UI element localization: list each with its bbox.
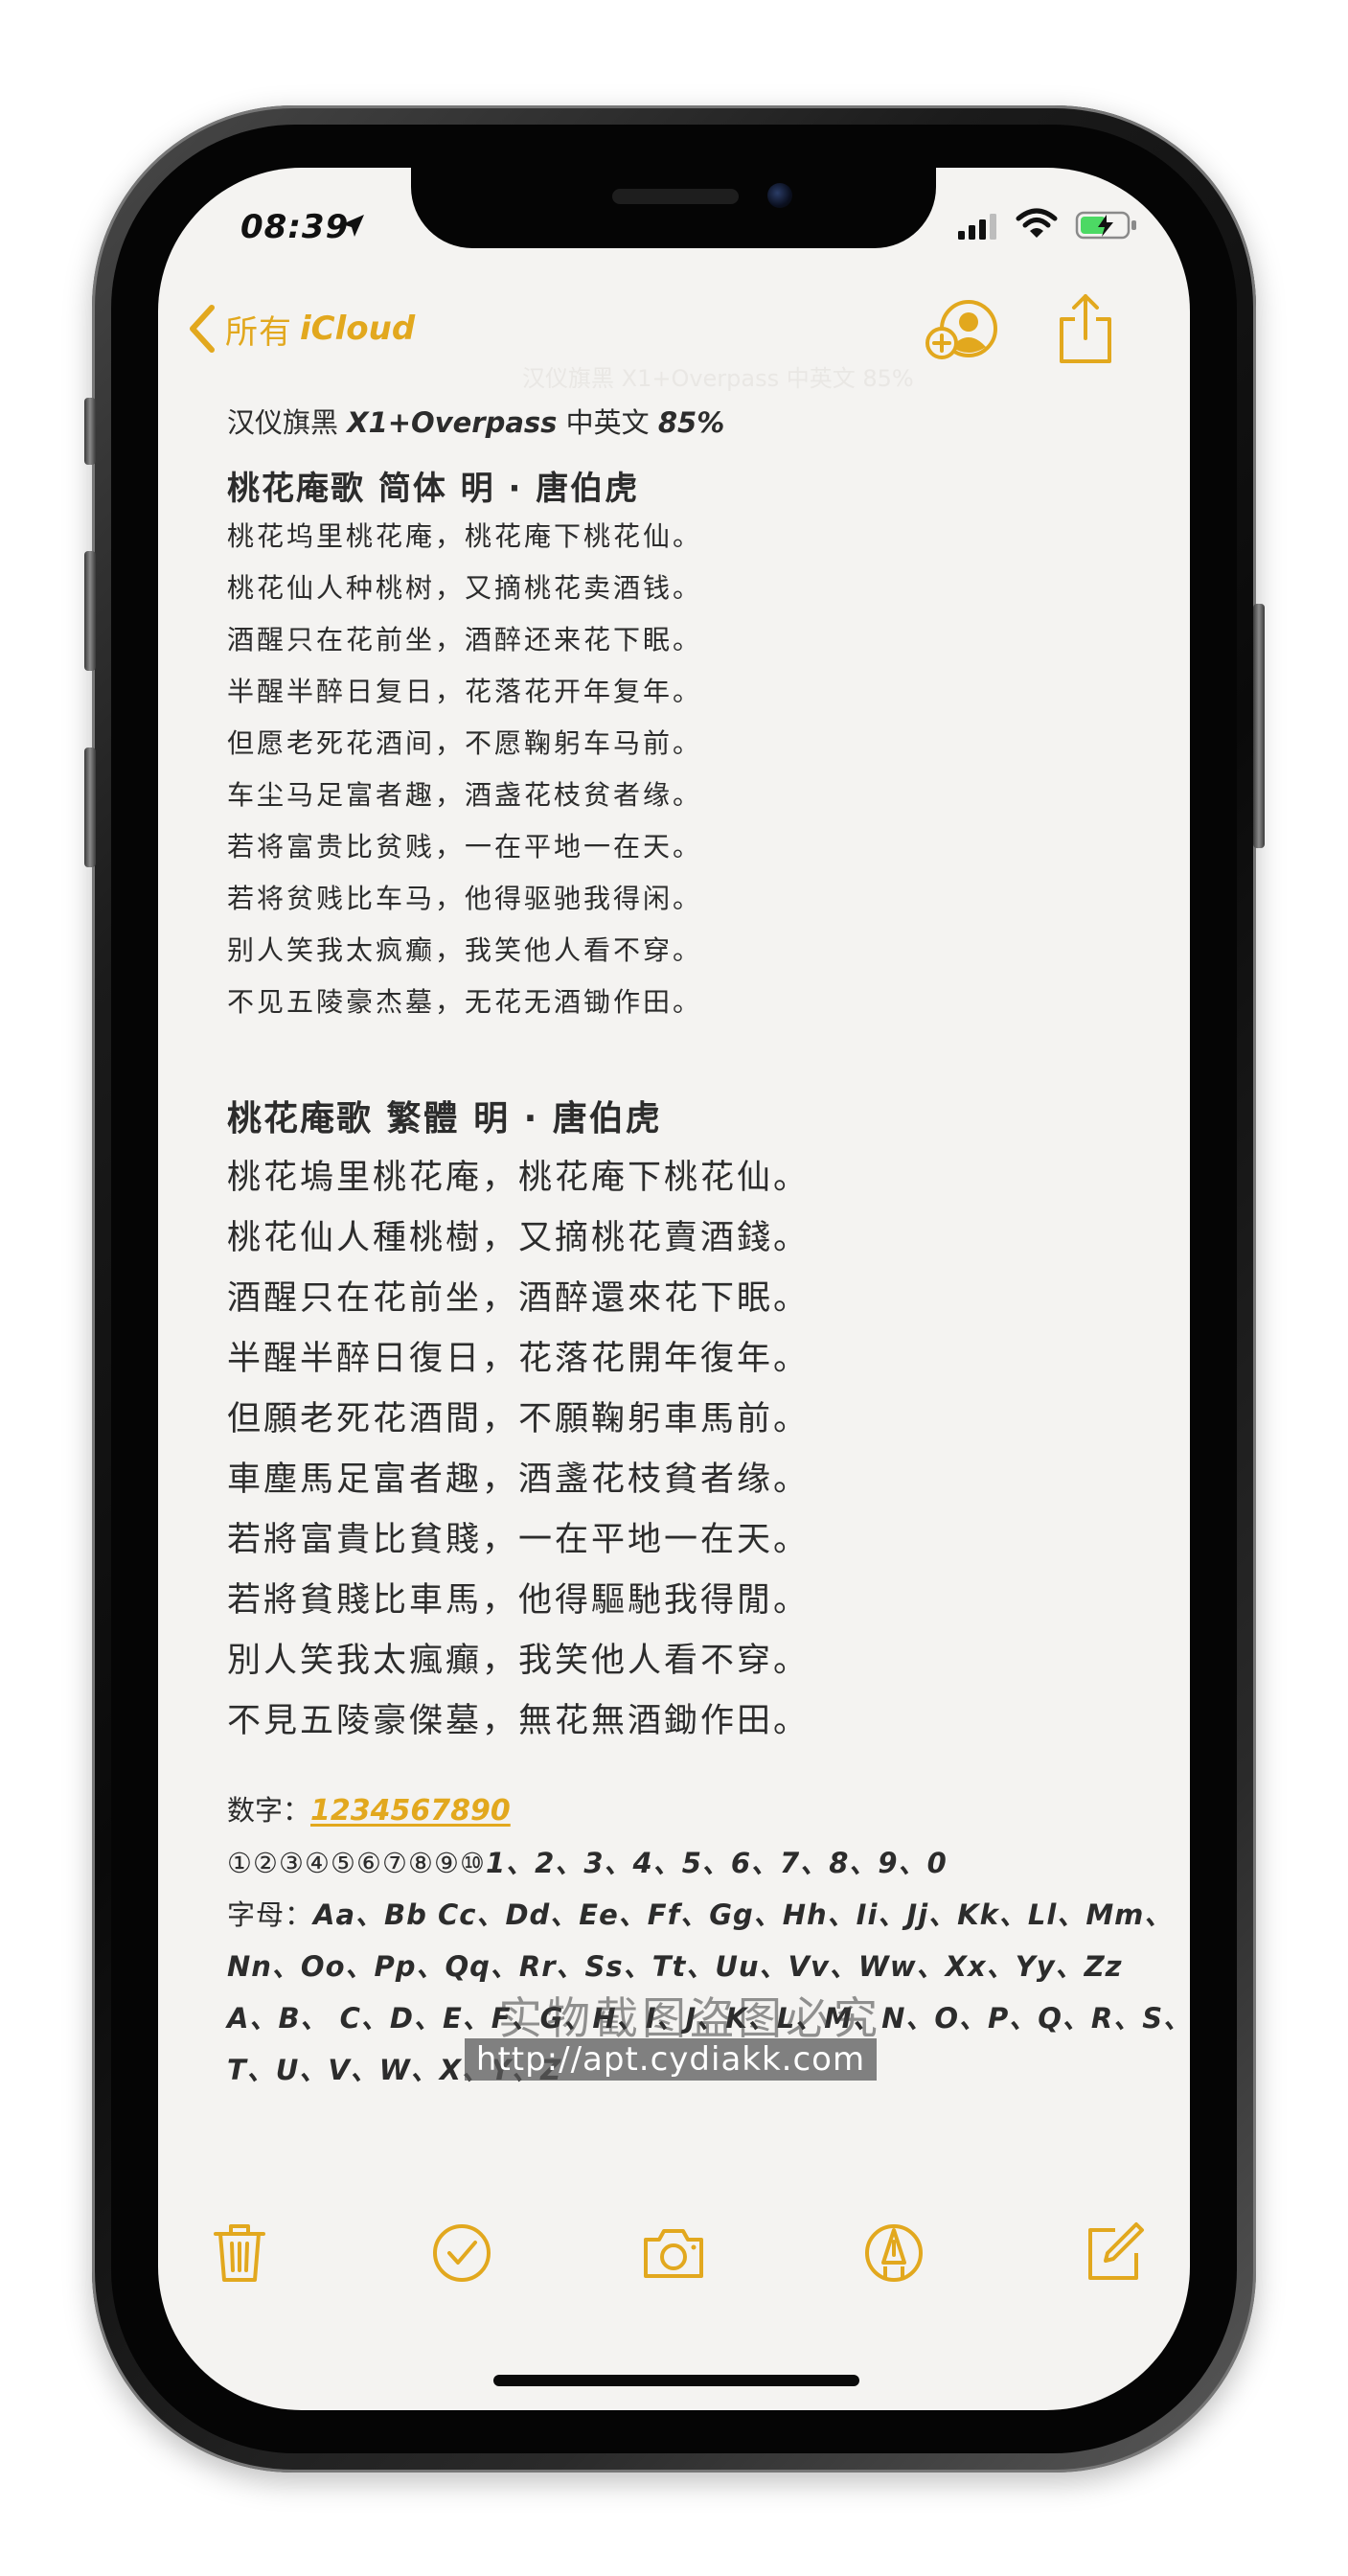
digits-line: 数字：1234567890 [227, 1788, 511, 1828]
poem-line: 但願老死花酒間，不願鞠躬車馬前。 [227, 1400, 811, 1438]
poem-line: 半醒半醉日复日，花落花开年复年。 [227, 676, 703, 707]
digits-label: 数字： [227, 1794, 311, 1827]
letters-line-2: Nn、Oo、Pp、Qq、Rr、Ss、Tt、Uu、Vv、Ww、Xx、Yy、Zz [227, 1950, 1123, 1983]
volume-down-button [84, 748, 96, 867]
screen: 08:39 所有 iCloud 汉仪旗黑 X1+Overpass 中英文 85%… [158, 168, 1190, 2410]
circled-digits: ①②③④⑤⑥⑦⑧⑨⑩ [227, 1847, 486, 1879]
add-person-icon[interactable] [925, 297, 1001, 364]
font-info-line: 汉仪旗黑 X1+Overpass 中英文 85% [227, 401, 724, 441]
plain-digits: 1、2、3、4、5、6、7、8、9、0 [485, 1847, 948, 1879]
battery-charging-icon [1075, 211, 1136, 240]
pen-tip-circle-icon[interactable] [860, 2219, 927, 2286]
back-button[interactable]: 所有 iCloud [187, 300, 415, 357]
back-label: 所有 [225, 312, 292, 352]
poem-line: 若将富贵比贫贱，一在平地一在天。 [227, 831, 703, 862]
compose-icon[interactable] [1081, 2219, 1148, 2286]
letters-text: Aa、Bb Cc、Dd、Ee、Ff、Gg、Hh、Ii、Jj、Kk、Ll、Mm、 [313, 1898, 1174, 1931]
poem-line: 酒醒只在花前坐，酒醉還來花下眠。 [227, 1279, 811, 1318]
cellular-signal-icon [958, 214, 996, 240]
poem-line: 车尘马足富者趣，酒盏花枝贫者缘。 [227, 779, 703, 811]
front-camera [767, 183, 792, 208]
poem-line: 但愿老死花酒间，不愿鞠躬车马前。 [227, 727, 703, 759]
poem-line: 不見五陵豪傑墓，無花無酒鋤作田。 [227, 1702, 811, 1740]
volume-up-button [84, 551, 96, 671]
mute-switch [84, 398, 96, 465]
poem-line: 半醒半醉日復日，花落花開年復年。 [227, 1340, 811, 1378]
letters-label: 字母： [227, 1898, 314, 1931]
poem-line: 别人笑我太疯癫，我笑他人看不穿。 [227, 934, 703, 966]
poem-line: 桃花坞里桃花庵，桃花庵下桃花仙。 [227, 520, 703, 552]
camera-icon[interactable] [640, 2219, 707, 2286]
status-time: 08:39 [240, 208, 350, 246]
poem-line: 若將貧賤比車馬，他得驅馳我得閒。 [227, 1581, 811, 1620]
back-label-brand: iCloud [300, 310, 416, 348]
poem-line: 別人笑我太瘋癲，我笑他人看不穿。 [227, 1642, 811, 1680]
trash-icon[interactable] [206, 2219, 273, 2286]
share-icon[interactable] [1054, 292, 1117, 365]
letters-line-1: 字母：Aa、Bb Cc、Dd、Ee、Ff、Gg、Hh、Ii、Jj、Kk、Ll、M… [227, 1893, 1173, 1933]
nav-title-ghost: 汉仪旗黑 X1+Overpass 中英文 85% [522, 365, 914, 392]
stage: 08:39 所有 iCloud 汉仪旗黑 X1+Overpass 中英文 85%… [0, 0, 1348, 2576]
poem-line: 車塵馬足富者趣，酒盞花枝貧者缘。 [227, 1460, 811, 1499]
checkmark-circle-icon[interactable] [428, 2219, 495, 2286]
poem-line: 酒醒只在花前坐，酒醉还来花下眠。 [227, 624, 703, 656]
earpiece [612, 189, 739, 204]
power-button [1253, 604, 1265, 848]
font-info-name: X1+Overpass [347, 406, 558, 439]
traditional-title: 桃花庵歌 繁體 明 · 唐伯虎 [227, 1099, 662, 1138]
watermark-url: http://apt.cydiakk.com [465, 2038, 877, 2081]
poem-line: 若将贫贱比车马，他得驱驰我得闲。 [227, 883, 703, 914]
poem-line: 桃花仙人种桃树，又摘桃花卖酒钱。 [227, 572, 703, 604]
home-indicator[interactable] [493, 2375, 859, 2386]
poem-line: 桃花仙人種桃樹，又摘桃花賣酒錢。 [227, 1219, 811, 1257]
poem-line: 若將富貴比貧賤，一在平地一在天。 [227, 1521, 811, 1559]
font-info-prefix: 汉仪旗黑 [227, 406, 348, 439]
chevron-left-icon [190, 305, 215, 353]
font-info-middle: 中英文 [557, 406, 658, 439]
circled-digits-line: ①②③④⑤⑥⑦⑧⑨⑩1、2、3、4、5、6、7、8、9、0 [227, 1841, 948, 1881]
font-info-percent: 85% [657, 406, 725, 439]
wifi-icon [1016, 208, 1058, 238]
poem-line: 不见五陵豪杰墓，无花无酒锄作田。 [227, 986, 703, 1018]
simplified-title: 桃花庵歌 简体 明 · 唐伯虎 [227, 470, 640, 508]
notch [411, 168, 936, 248]
poem-line: 桃花塢里桃花庵，桃花庵下桃花仙。 [227, 1159, 811, 1197]
location-arrow-icon [342, 215, 364, 237]
digits-link[interactable]: 1234567890 [310, 1794, 511, 1828]
